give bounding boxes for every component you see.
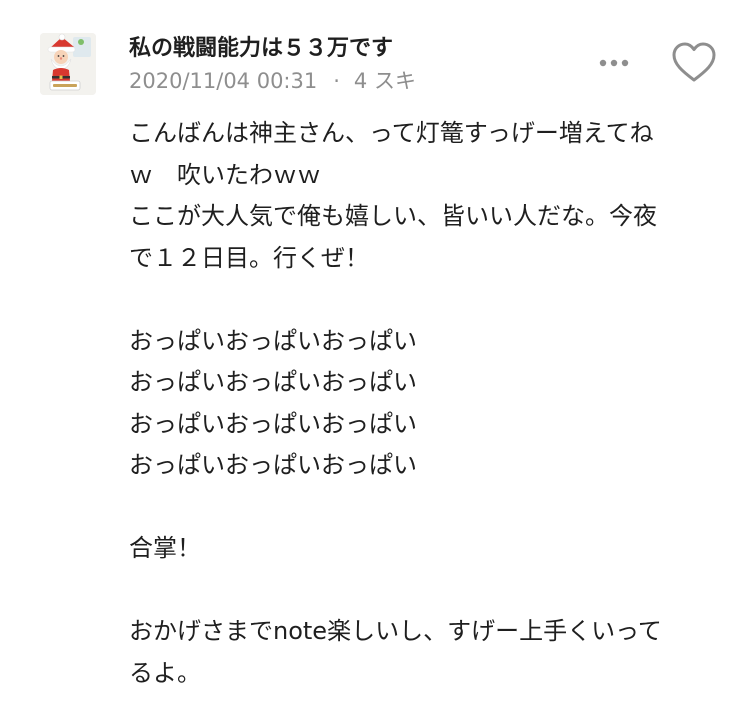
comment-line: おっぱいおっぱいおっぱい <box>129 409 417 438</box>
comment-body: こんばんは神主さん、って灯篭すっげー増えてね ｗ 吹いたわｗｗ ここが大人気で俺… <box>129 113 719 694</box>
comment-line: で１２日目。行くぜ！ <box>129 243 369 272</box>
like-button[interactable] <box>670 40 718 84</box>
comment-line: おっぱいおっぱいおっぱい <box>129 451 417 479</box>
meta-separator: · <box>333 69 340 93</box>
timestamp: 2020/11/04 00:31 <box>129 69 318 93</box>
comment-header: 私の戦闘能力は５３万です 2020/11/04 00:31 · 4 スキ <box>129 34 599 96</box>
like-count[interactable]: 4 スキ <box>354 69 416 93</box>
more-options-button[interactable] <box>596 50 632 76</box>
comment-line: 合掌！ <box>129 534 201 562</box>
avatar[interactable] <box>40 33 96 95</box>
comment-line: ここが大人気で俺も嬉しい、皆いい人だな。今夜 <box>129 202 657 230</box>
comment-line: るよ。 <box>129 658 201 687</box>
comment-line: おかげさまでnote楽しいし、すげー上手くいって <box>129 617 662 645</box>
comment-line: ｗ 吹いたわｗｗ <box>129 160 321 189</box>
comment-line <box>129 279 719 321</box>
comment-line: こんばんは神主さん、って灯篭すっげー増えてね <box>129 119 654 147</box>
comment-line <box>129 487 719 529</box>
santa-avatar-icon <box>40 33 96 95</box>
comment-item: 私の戦闘能力は５３万です 2020/11/04 00:31 · 4 スキ こんばんは… <box>0 0 746 703</box>
heart-outline-icon <box>672 42 716 82</box>
author-name[interactable]: 私の戦闘能力は５３万です <box>129 34 599 64</box>
more-options-icon <box>599 59 629 67</box>
comment-line: おっぱいおっぱいおっぱい <box>129 368 417 396</box>
comment-line: おっぱいおっぱいおっぱい <box>129 326 417 355</box>
comment-meta: 2020/11/04 00:31 · 4 スキ <box>129 66 599 96</box>
comment-line <box>129 570 719 612</box>
